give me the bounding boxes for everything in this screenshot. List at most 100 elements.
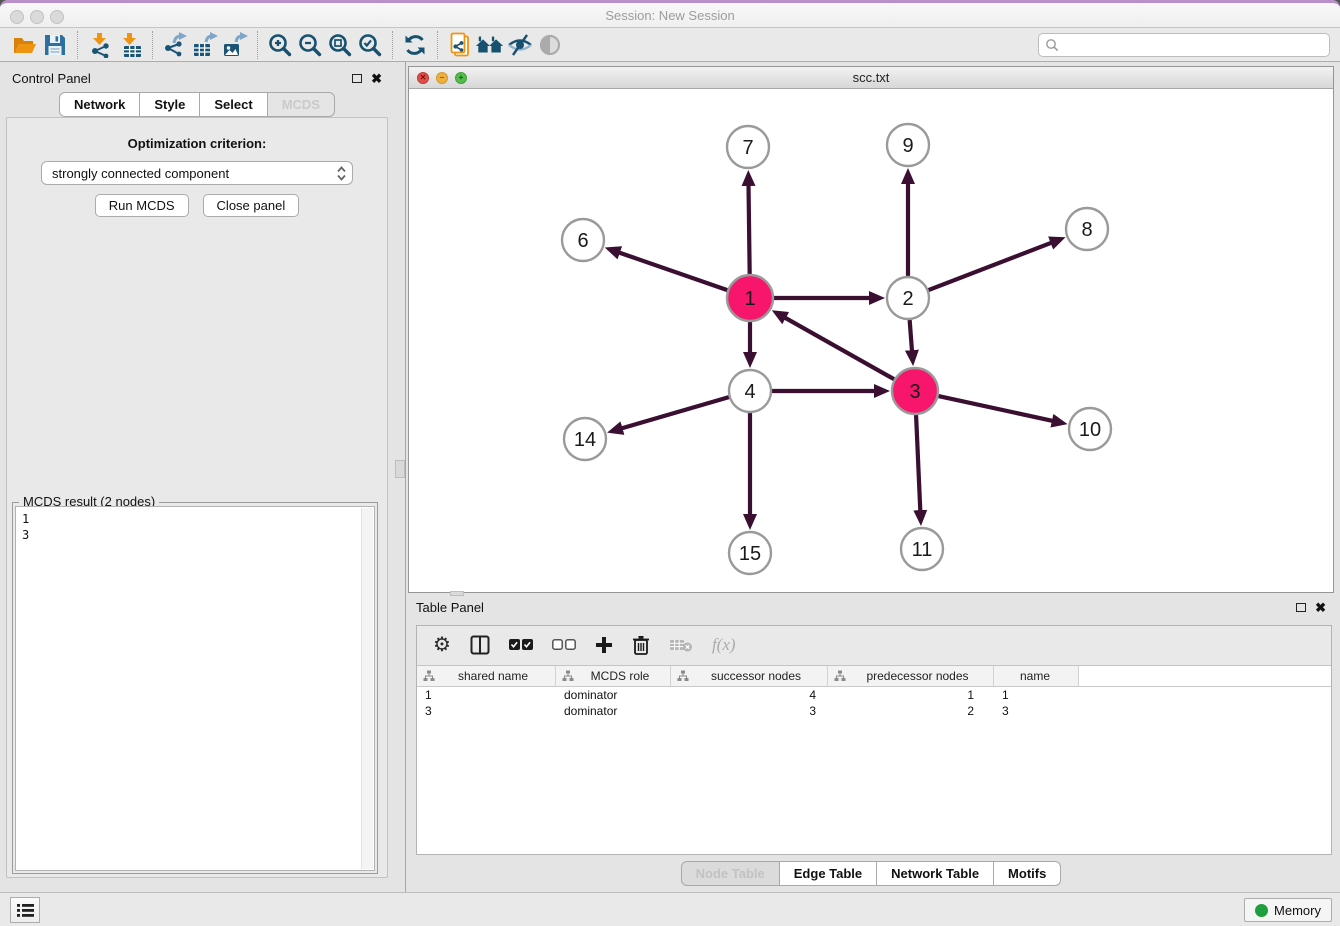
column-header-successor-nodes[interactable]: successor nodes bbox=[671, 666, 828, 686]
cell-name[interactable]: 1 bbox=[994, 688, 1079, 702]
function-builder-icon[interactable]: f(x) bbox=[712, 635, 736, 655]
edge-1-7[interactable] bbox=[749, 185, 750, 274]
settings-gear-icon[interactable]: ⚙ bbox=[433, 635, 451, 655]
cell-shared-name[interactable]: 3 bbox=[417, 704, 556, 718]
node-label-14: 14 bbox=[574, 429, 596, 451]
column-type-icon bbox=[562, 670, 574, 682]
delete-table-icon[interactable] bbox=[669, 637, 693, 653]
export-image-icon[interactable] bbox=[220, 31, 250, 59]
memory-button[interactable]: Memory bbox=[1244, 898, 1332, 922]
float-panel-icon[interactable] bbox=[352, 74, 362, 83]
node-label-7: 7 bbox=[742, 137, 753, 159]
tab-network-table[interactable]: Network Table bbox=[876, 861, 994, 886]
result-scrollbar[interactable] bbox=[361, 508, 373, 869]
column-header-mcds-role[interactable]: MCDS role bbox=[556, 666, 671, 686]
table-panel-body: ⚙ bbox=[416, 625, 1332, 855]
node-label-4: 4 bbox=[744, 381, 755, 403]
close-panel-button[interactable]: Close panel bbox=[203, 194, 300, 217]
cell-mcds-role[interactable]: dominator bbox=[556, 704, 671, 718]
zoom-in-icon[interactable] bbox=[265, 31, 295, 59]
select-all-icon[interactable] bbox=[509, 639, 533, 651]
network-canvas[interactable]: 1234678910111415 bbox=[409, 89, 1333, 592]
control-panel-tabs: Network Style Select MCDS bbox=[0, 92, 394, 117]
edge-3-10[interactable] bbox=[938, 396, 1052, 421]
close-panel-icon[interactable]: ✖ bbox=[1315, 601, 1326, 614]
node-label-15: 15 bbox=[739, 543, 761, 565]
node-label-9: 9 bbox=[902, 135, 913, 157]
control-panel: Control Panel ✖ Network Style Select MCD… bbox=[0, 66, 394, 880]
node-label-8: 8 bbox=[1081, 219, 1092, 241]
zoom-out-icon[interactable] bbox=[295, 31, 325, 59]
tab-mcds[interactable]: MCDS bbox=[267, 92, 335, 117]
tab-style[interactable]: Style bbox=[139, 92, 200, 117]
criterion-select[interactable]: strongly connected component bbox=[41, 161, 353, 185]
mcds-result-groupbox: MCDS result (2 nodes) 1 3 bbox=[12, 502, 378, 874]
task-history-button[interactable] bbox=[10, 897, 40, 923]
table-row[interactable]: 3 dominator 3 2 3 bbox=[417, 703, 1331, 719]
panel-splitter[interactable] bbox=[394, 62, 408, 892]
title-bar: Session: New Session bbox=[0, 0, 1340, 28]
zoom-selected-icon[interactable] bbox=[355, 31, 385, 59]
toolbar-separator bbox=[437, 31, 438, 59]
first-neighbors-icon[interactable] bbox=[475, 31, 505, 59]
tab-edge-table[interactable]: Edge Table bbox=[779, 861, 877, 886]
edge-3-11[interactable] bbox=[916, 415, 920, 511]
close-panel-icon[interactable]: ✖ bbox=[371, 72, 382, 85]
open-folder-icon[interactable] bbox=[10, 31, 40, 59]
import-table-icon[interactable] bbox=[115, 31, 145, 59]
tab-motifs[interactable]: Motifs bbox=[993, 861, 1061, 886]
column-layout-icon[interactable] bbox=[470, 635, 490, 655]
edge-1-6[interactable] bbox=[619, 252, 727, 290]
toolbar-separator bbox=[152, 31, 153, 59]
edge-3-1[interactable] bbox=[785, 318, 894, 380]
cell-mcds-role[interactable]: dominator bbox=[556, 688, 671, 702]
tab-network[interactable]: Network bbox=[59, 92, 140, 117]
deselect-all-icon[interactable] bbox=[552, 639, 576, 651]
refresh-icon[interactable] bbox=[400, 31, 430, 59]
toolbar-separator bbox=[77, 31, 78, 59]
cell-successor-nodes[interactable]: 4 bbox=[671, 688, 828, 702]
import-network-icon[interactable] bbox=[85, 31, 115, 59]
column-header-shared-name[interactable]: shared name bbox=[417, 666, 556, 686]
cell-successor-nodes[interactable]: 3 bbox=[671, 704, 828, 718]
zoom-fit-icon[interactable] bbox=[325, 31, 355, 59]
cell-predecessor-nodes[interactable]: 2 bbox=[828, 704, 994, 718]
column-header-predecessor-nodes[interactable]: predecessor nodes bbox=[828, 666, 994, 686]
add-column-icon[interactable] bbox=[595, 636, 613, 654]
application-window: Session: New Session bbox=[0, 0, 1340, 926]
workspace: Control Panel ✖ Network Style Select MCD… bbox=[0, 62, 1340, 892]
tab-node-table[interactable]: Node Table bbox=[681, 861, 780, 886]
main-toolbar bbox=[0, 28, 1340, 62]
node-table: shared name MCDS role successor nodes bbox=[417, 665, 1331, 854]
cell-predecessor-nodes[interactable]: 1 bbox=[828, 688, 994, 702]
search-box[interactable] bbox=[1038, 33, 1330, 57]
cell-name[interactable]: 3 bbox=[994, 704, 1079, 718]
column-header-name[interactable]: name bbox=[994, 666, 1079, 686]
control-panel-header: Control Panel ✖ bbox=[0, 66, 394, 90]
search-input[interactable] bbox=[1063, 36, 1323, 53]
float-panel-icon[interactable] bbox=[1296, 603, 1306, 612]
toolbar-separator bbox=[392, 31, 393, 59]
show-all-icon[interactable] bbox=[535, 31, 565, 59]
hide-selected-icon[interactable] bbox=[505, 31, 535, 59]
delete-column-icon[interactable] bbox=[632, 635, 650, 655]
save-icon[interactable] bbox=[40, 31, 70, 59]
run-mcds-button[interactable]: Run MCDS bbox=[95, 194, 189, 217]
column-type-icon bbox=[677, 670, 689, 682]
edge-4-14[interactable] bbox=[621, 397, 728, 428]
export-network-icon[interactable] bbox=[160, 31, 190, 59]
mcds-result-text[interactable]: 1 3 bbox=[15, 506, 375, 871]
splitter-grip[interactable] bbox=[395, 460, 405, 478]
network-view-window: ✕ − + scc.txt 1234678910111415 bbox=[408, 66, 1334, 593]
clone-network-icon[interactable] bbox=[445, 31, 475, 59]
status-bar: Memory bbox=[0, 892, 1340, 926]
table-panel: Table Panel ✖ ⚙ bbox=[408, 595, 1334, 890]
export-table-icon[interactable] bbox=[190, 31, 220, 59]
cell-shared-name[interactable]: 1 bbox=[417, 688, 556, 702]
list-icon bbox=[17, 903, 34, 918]
tab-select[interactable]: Select bbox=[199, 92, 267, 117]
edge-2-8[interactable] bbox=[929, 243, 1052, 290]
table-panel-header: Table Panel ✖ bbox=[408, 595, 1334, 619]
edge-2-3[interactable] bbox=[910, 320, 912, 351]
table-row[interactable]: 1 dominator 4 1 1 bbox=[417, 687, 1331, 703]
